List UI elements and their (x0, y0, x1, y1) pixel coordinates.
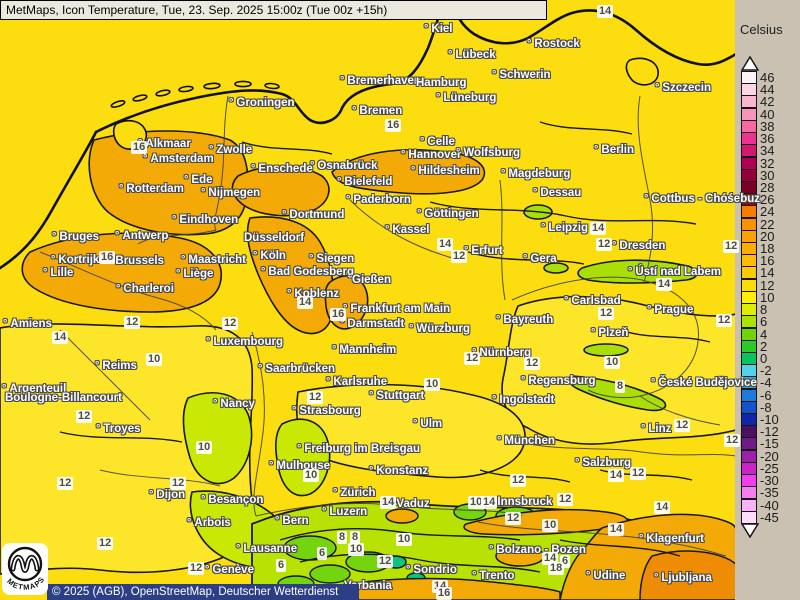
legend-swatch (741, 437, 757, 450)
legend-swatch (741, 450, 757, 463)
legend-swatch (741, 315, 757, 328)
metmaps-weather-map-screen: °Groningen°Alkmaar°Zwolle°Amsterdam°Ede°… (0, 0, 800, 600)
legend-swatch (741, 254, 757, 267)
legend-swatch (741, 242, 757, 255)
legend-swatch (741, 328, 757, 341)
legend-swatch (741, 511, 757, 524)
legend-swatch (741, 389, 757, 402)
temperature-map-canvas (0, 0, 736, 600)
legend-swatch (741, 169, 757, 182)
legend-swatch (741, 266, 757, 279)
legend-swatch (741, 83, 757, 96)
legend-swatch (741, 303, 757, 316)
legend-swatch (741, 364, 757, 377)
legend-swatch (741, 499, 757, 512)
legend-swatch (741, 193, 757, 206)
triangle-down-icon (741, 523, 759, 538)
legend-swatch (741, 218, 757, 231)
legend-swatch (741, 108, 757, 121)
legend-swatch (741, 425, 757, 438)
legend-swatch (741, 205, 757, 218)
legend-swatch (741, 413, 757, 426)
legend-swatch (741, 401, 757, 414)
title-bar: MetMaps, Icon Temperature, Tue, 23. Sep.… (0, 0, 547, 20)
legend-swatch (741, 157, 757, 170)
legend-swatch (741, 230, 757, 243)
legend-swatch (741, 474, 757, 487)
triangle-up-icon (741, 56, 759, 71)
legend-swatch (741, 71, 757, 84)
legend-tick-label: -45 (760, 512, 779, 524)
legend-swatch (741, 486, 757, 499)
metmaps-logo: METMAPS (2, 543, 48, 596)
legend-title: Celsius (740, 22, 783, 37)
legend-swatch (741, 340, 757, 353)
legend-swatch (741, 95, 757, 108)
legend-swatch (741, 120, 757, 133)
legend-swatch (741, 352, 757, 365)
legend-sidebar: Celsius 46444240383634323028262422201816… (735, 0, 800, 600)
legend-swatch (741, 279, 757, 292)
legend-swatch (741, 181, 757, 194)
legend-swatch (741, 144, 757, 157)
legend-swatch (741, 291, 757, 304)
legend-swatch (741, 376, 757, 389)
copyright-bar: © 2025 (AGB), OpenStreetMap, Deutscher W… (47, 584, 359, 600)
legend-swatch (741, 132, 757, 145)
legend-swatch (741, 462, 757, 475)
